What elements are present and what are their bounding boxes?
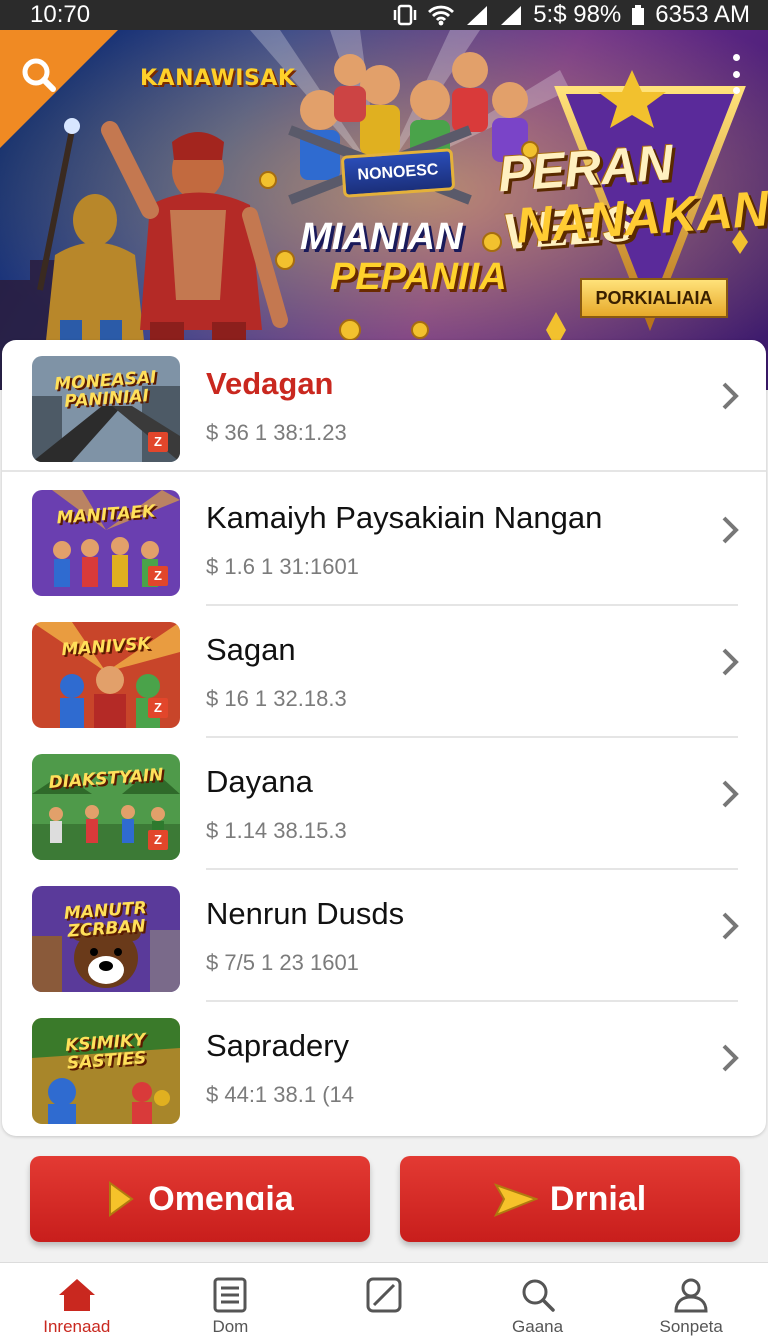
game-thumbnail: MANITAEK Z <box>32 490 180 596</box>
battery-text: 5:$ 98% <box>533 1 622 28</box>
banner-title-line1: MIANIAN <box>300 216 463 258</box>
nav-item-home[interactable]: Inrenaad <box>0 1263 154 1344</box>
vibrate-icon <box>393 4 417 26</box>
status-clock: 6353 AM <box>655 1 750 28</box>
thumbnail-badge: Z <box>148 830 168 850</box>
signal-icon <box>467 6 488 25</box>
overflow-menu-icon[interactable] <box>726 54 746 94</box>
nav-item-edit[interactable] <box>307 1263 461 1344</box>
wifi-icon <box>428 5 455 26</box>
nav-item-search[interactable]: Gaana <box>461 1263 615 1344</box>
chevron-right-icon <box>722 780 739 808</box>
battery-icon <box>632 5 645 25</box>
status-icons: 5:$ 98% 6353 AM <box>393 1 750 29</box>
edit-square-icon <box>366 1277 402 1313</box>
action-label-right: Drnial <box>549 1179 647 1218</box>
primary-action-button-left[interactable]: Omenɑia <box>30 1156 370 1242</box>
primary-action-button-right[interactable]: Drnial <box>400 1156 740 1242</box>
game-thumbnail: DIAKSTYAIN Z <box>32 754 180 860</box>
banner-logo-left: KANAWISAK <box>140 66 296 91</box>
chevron-right-icon <box>722 516 739 544</box>
action-label-left: Omenɑia <box>148 1179 294 1218</box>
nav-label: Dom <box>212 1317 249 1336</box>
banner-logo-center: NONOESC <box>340 148 456 198</box>
chevron-right-icon <box>722 382 739 410</box>
game-thumbnail: MONEASAI PANINIAI Z <box>32 356 180 462</box>
hero-banner[interactable]: KANAWISAK NONOESC MIANIAN PEPANIIA PERAN… <box>0 30 768 390</box>
person-icon <box>674 1278 708 1313</box>
game-title: Sagan <box>206 632 296 667</box>
nav-label: Inrenaad <box>43 1317 111 1336</box>
status-time: 10:70 <box>30 1 91 28</box>
search-button[interactable] <box>14 50 64 100</box>
banner-title-line2: PEPANIIA <box>330 256 507 298</box>
game-price: $ 16 1 32.18.3 <box>206 686 347 711</box>
game-thumbnail: KSIMIKY SASTIES <box>32 1018 180 1124</box>
chevron-right-icon <box>722 1044 739 1072</box>
search-icon <box>522 1279 555 1312</box>
chevron-right-icon <box>722 912 739 940</box>
send-arrow-icon <box>493 1183 538 1217</box>
row-divider <box>2 470 766 472</box>
game-title: Nenrun Dusds <box>206 896 405 931</box>
nav-label: Sonpeta <box>659 1317 723 1336</box>
search-icon <box>22 58 56 92</box>
list-item[interactable]: DIAKSTYAIN Z Dayana $ 1.14 38.15.3 <box>2 738 766 870</box>
nav-item-profile[interactable]: Sonpeta <box>614 1263 768 1344</box>
banner-badge-ribbon: PORKIALIAIA <box>580 278 728 318</box>
game-price: $ 44:1 38.1 (14 <box>206 1082 355 1107</box>
list-item[interactable]: MANUTR ZCRBAN Nenrun Dusds $ 7/5 1 23 16… <box>2 870 766 1002</box>
game-title: Sapradery <box>206 1028 350 1063</box>
document-icon <box>213 1277 247 1313</box>
game-price: $ 36 1 38:1.23 <box>206 420 347 445</box>
thumbnail-badge: Z <box>148 566 168 586</box>
list-item[interactable]: MANIVSK Z Sagan $ 16 1 32.18.3 <box>2 606 766 738</box>
action-bar: Omenɑia Drnial <box>0 1150 768 1250</box>
game-thumbnail: MANUTR ZCRBAN <box>32 886 180 992</box>
game-thumbnail: MANIVSK Z <box>32 622 180 728</box>
nav-item-dom[interactable]: Dom <box>154 1263 308 1344</box>
game-title: Dayana <box>206 764 313 799</box>
signal-icon-2 <box>501 6 522 25</box>
app-screen: 10:70 5:$ 98% 6353 AM KANAWISAK NONOESC … <box>0 0 768 1344</box>
game-title: Kamaiyh Paysakiain Nangan <box>206 500 603 535</box>
status-bar: 10:70 5:$ 98% 6353 AM <box>0 0 768 30</box>
thumbnail-badge: Z <box>148 698 168 718</box>
game-price: $ 1.14 38.15.3 <box>206 818 347 843</box>
thumbnail-badge: Z <box>148 432 168 452</box>
game-title: Vedagan <box>206 366 334 401</box>
list-item[interactable]: MONEASAI PANINIAI Z Vedagan $ 36 1 38:1.… <box>2 340 766 472</box>
game-price: $ 1.6 1 31:1601 <box>206 554 359 579</box>
list-item[interactable]: KSIMIKY SASTIES Sapradery $ 44:1 38.1 (1… <box>2 1002 766 1134</box>
list-item[interactable]: MANITAEK Z Kamaiyh Paysakiain Nangan $ 1… <box>2 474 766 606</box>
bottom-navigation: Inrenaad Dom Gaana Sonpeta <box>0 1262 768 1344</box>
game-list: MONEASAI PANINIAI Z Vedagan $ 36 1 38:1.… <box>2 340 766 1136</box>
game-price: $ 7/5 1 23 1601 <box>206 950 359 975</box>
home-icon <box>58 1279 95 1311</box>
chevron-right-icon <box>722 648 739 676</box>
play-arrow-icon <box>109 1181 134 1217</box>
nav-label: Gaana <box>512 1317 564 1336</box>
